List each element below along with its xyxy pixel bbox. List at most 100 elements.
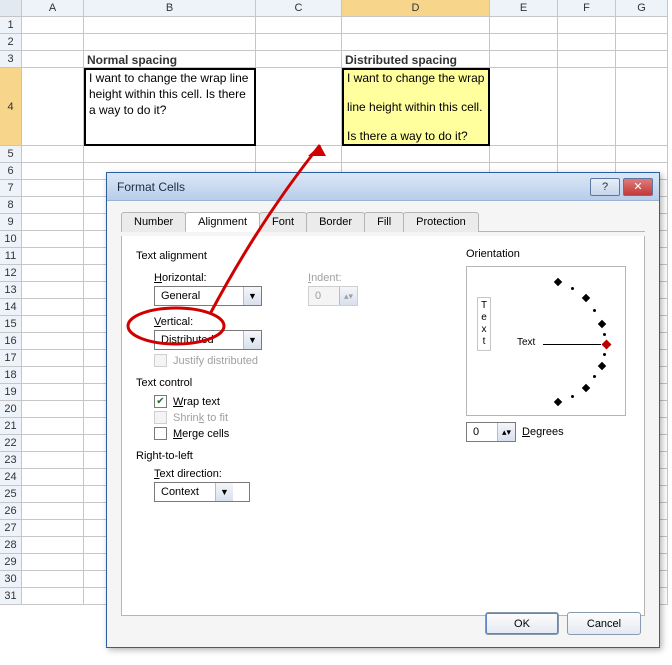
cell[interactable] (22, 503, 84, 520)
col-header-E[interactable]: E (490, 0, 558, 17)
cell[interactable] (256, 68, 342, 146)
cell[interactable] (616, 51, 668, 68)
row-header-27[interactable]: 27 (0, 520, 22, 537)
cell[interactable] (22, 180, 84, 197)
cell[interactable] (22, 299, 84, 316)
ok-button[interactable]: OK (485, 612, 559, 635)
row-header-14[interactable]: 14 (0, 299, 22, 316)
cell[interactable] (616, 146, 668, 163)
cancel-button[interactable]: Cancel (567, 612, 641, 635)
cell[interactable] (256, 34, 342, 51)
cell[interactable] (84, 17, 256, 34)
row-header-18[interactable]: 18 (0, 367, 22, 384)
cell[interactable] (22, 214, 84, 231)
row-header-28[interactable]: 28 (0, 537, 22, 554)
cell[interactable] (22, 282, 84, 299)
cell[interactable] (256, 51, 342, 68)
col-header-G[interactable]: G (616, 0, 668, 17)
row-header-21[interactable]: 21 (0, 418, 22, 435)
cell[interactable] (558, 17, 616, 34)
cell[interactable] (342, 146, 490, 163)
vertical-combo[interactable]: Distributed ▼ (154, 330, 262, 350)
cell[interactable] (22, 146, 84, 163)
row-header-2[interactable]: 2 (0, 34, 22, 51)
row-header-20[interactable]: 20 (0, 401, 22, 418)
cell[interactable] (558, 146, 616, 163)
cell[interactable] (22, 452, 84, 469)
cell[interactable] (22, 51, 84, 68)
row-header-10[interactable]: 10 (0, 231, 22, 248)
cell[interactable] (616, 34, 668, 51)
cell[interactable] (616, 17, 668, 34)
cell[interactable] (22, 34, 84, 51)
col-header-A[interactable]: A (22, 0, 84, 17)
cell[interactable] (22, 231, 84, 248)
horizontal-combo[interactable]: General ▼ (154, 286, 262, 306)
cell[interactable] (256, 146, 342, 163)
row-header-26[interactable]: 26 (0, 503, 22, 520)
text-direction-combo[interactable]: Context ▼ (154, 482, 250, 502)
col-header-F[interactable]: F (558, 0, 616, 17)
cell[interactable] (558, 51, 616, 68)
row-header-29[interactable]: 29 (0, 554, 22, 571)
cell[interactable] (22, 68, 84, 146)
cell[interactable] (490, 51, 558, 68)
cell[interactable] (22, 435, 84, 452)
cell[interactable] (22, 520, 84, 537)
cell[interactable] (256, 17, 342, 34)
cell[interactable] (22, 265, 84, 282)
cell[interactable] (22, 350, 84, 367)
tab-border[interactable]: Border (306, 212, 365, 232)
row-header-25[interactable]: 25 (0, 486, 22, 503)
cell[interactable] (22, 197, 84, 214)
row-header-8[interactable]: 8 (0, 197, 22, 214)
cell[interactable] (84, 34, 256, 51)
cell[interactable] (22, 537, 84, 554)
row-header-31[interactable]: 31 (0, 588, 22, 605)
row-header-17[interactable]: 17 (0, 350, 22, 367)
cell[interactable] (84, 146, 256, 163)
cell[interactable] (22, 367, 84, 384)
tab-protection[interactable]: Protection (403, 212, 479, 232)
row-header-19[interactable]: 19 (0, 384, 22, 401)
col-header-B[interactable]: B (84, 0, 256, 17)
tab-alignment[interactable]: Alignment (185, 212, 260, 232)
row-header-11[interactable]: 11 (0, 248, 22, 265)
cell-D3[interactable]: Distributed spacing (342, 51, 490, 68)
cell[interactable] (22, 163, 84, 180)
cell[interactable] (558, 68, 616, 146)
cell[interactable] (22, 418, 84, 435)
cell-B3[interactable]: Normal spacing (84, 51, 256, 68)
degrees-spinner[interactable]: 0 ▴▾ (466, 422, 516, 442)
col-header-D[interactable]: D (342, 0, 490, 17)
orientation-widget[interactable]: Text Tex (466, 266, 626, 416)
row-header-1[interactable]: 1 (0, 17, 22, 34)
row-header-5[interactable]: 5 (0, 146, 22, 163)
cell[interactable] (490, 68, 558, 146)
cell[interactable] (22, 469, 84, 486)
row-header-24[interactable]: 24 (0, 469, 22, 486)
orientation-vertical-text[interactable]: Text (477, 297, 491, 351)
cell[interactable] (616, 68, 668, 146)
row-header-3[interactable]: 3 (0, 51, 22, 68)
cell-B4[interactable]: I want to change the wrap line height wi… (84, 68, 256, 146)
tab-font[interactable]: Font (259, 212, 307, 232)
tab-fill[interactable]: Fill (364, 212, 404, 232)
cell[interactable] (22, 554, 84, 571)
row-header-13[interactable]: 13 (0, 282, 22, 299)
tab-number[interactable]: Number (121, 212, 186, 232)
cell[interactable] (22, 401, 84, 418)
cell[interactable] (342, 17, 490, 34)
row-header-16[interactable]: 16 (0, 333, 22, 350)
help-button[interactable]: ? (590, 178, 620, 196)
row-header-23[interactable]: 23 (0, 452, 22, 469)
row-header-15[interactable]: 15 (0, 316, 22, 333)
cell[interactable] (22, 333, 84, 350)
col-header-C[interactable]: C (256, 0, 342, 17)
cell[interactable] (558, 34, 616, 51)
cell[interactable] (22, 17, 84, 34)
select-all-corner[interactable] (0, 0, 22, 17)
row-header-9[interactable]: 9 (0, 214, 22, 231)
row-header-7[interactable]: 7 (0, 180, 22, 197)
cell[interactable] (22, 384, 84, 401)
